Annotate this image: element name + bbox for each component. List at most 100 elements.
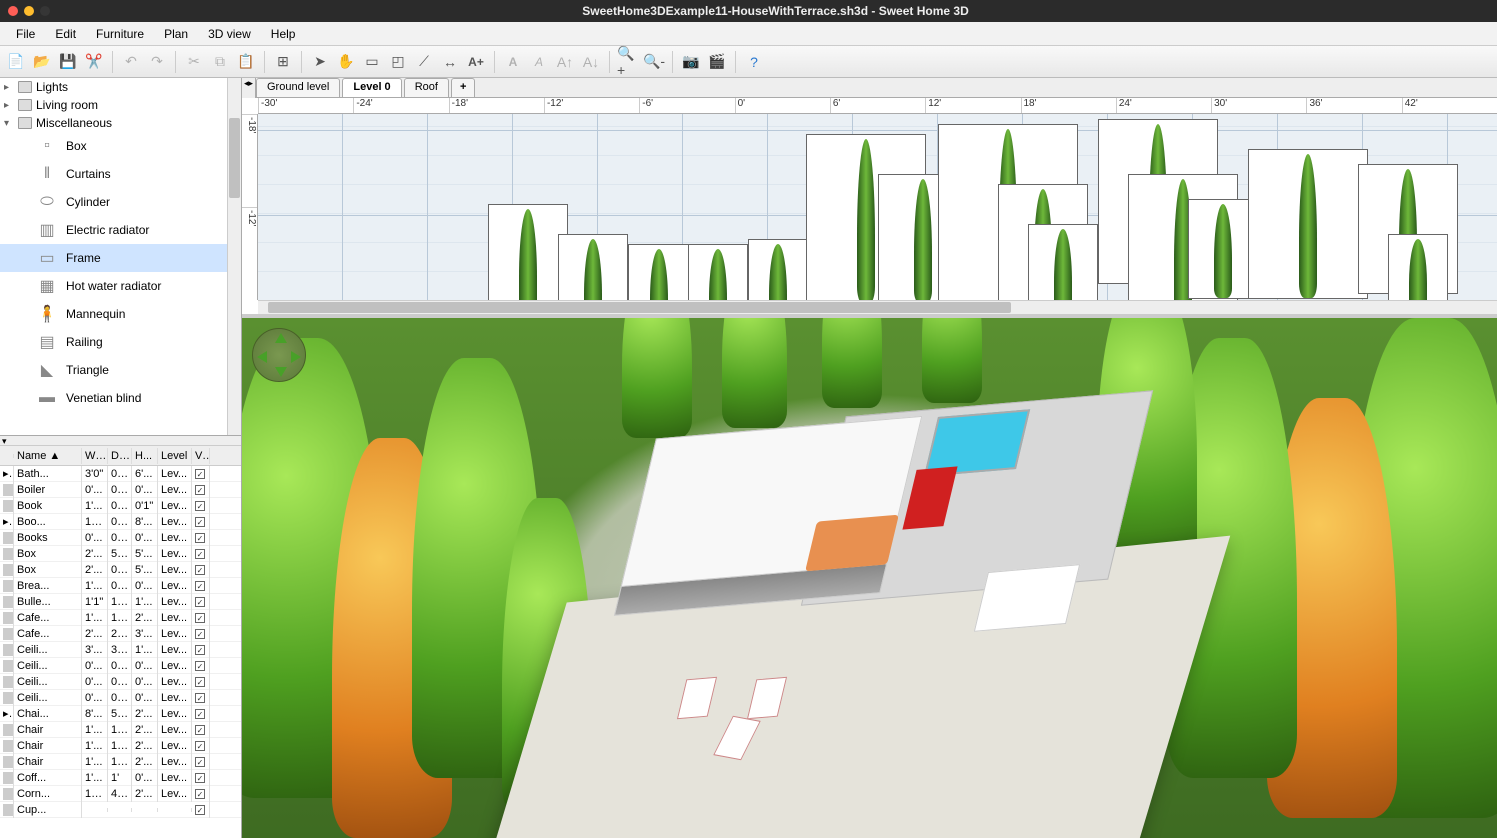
copy-icon[interactable]: ⧉ (208, 50, 232, 74)
3d-navigation-pad[interactable] (252, 328, 306, 382)
col-visible[interactable]: Vi... (192, 448, 210, 464)
furniture-row[interactable]: Cafe...1'...1'...2'...Lev...✓ (0, 610, 241, 626)
furniture-row[interactable]: Ceili...3'...3'...1'...Lev...✓ (0, 642, 241, 658)
save-file-icon[interactable]: 💾 (56, 50, 80, 74)
nav-down-icon[interactable] (275, 367, 287, 377)
col-depth[interactable]: D... (108, 448, 132, 464)
visibility-checkbox[interactable]: ✓ (195, 757, 205, 767)
add-level-button[interactable]: + (451, 78, 475, 97)
furniture-row[interactable]: Boiler0'...0'...0'...Lev...✓ (0, 482, 241, 498)
window-controls[interactable] (8, 6, 50, 16)
furniture-row[interactable]: Corn...10...4'...2'...Lev...✓ (0, 786, 241, 802)
plan-collapse-icon[interactable]: ◂▸ (242, 78, 256, 98)
new-file-icon[interactable]: 📄 (4, 50, 28, 74)
menu-file[interactable]: File (6, 27, 45, 41)
plan-tree-object[interactable] (558, 234, 628, 300)
create-photo-icon[interactable]: 📷 (679, 50, 703, 74)
col-name[interactable]: Name ▲ (14, 448, 82, 464)
create-rooms-icon[interactable]: ◰ (386, 50, 410, 74)
create-dimensions-icon[interactable]: ↔ (438, 50, 462, 74)
furniture-row[interactable]: Ceili...0'...0'...0'...Lev...✓ (0, 674, 241, 690)
furniture-row[interactable]: ▸Chai...8'...5'...2'...Lev...✓ (0, 706, 241, 722)
create-polyline-icon[interactable]: ⟋ (412, 50, 436, 74)
furniture-row[interactable]: Brea...1'...0'...0'...Lev...✓ (0, 578, 241, 594)
furniture-row[interactable]: Ceili...0'...0'...0'...Lev...✓ (0, 658, 241, 674)
plan-tree-object[interactable] (628, 244, 690, 300)
menu-plan[interactable]: Plan (154, 27, 198, 41)
visibility-checkbox[interactable]: ✓ (195, 613, 205, 623)
furniture-row[interactable]: Cafe...2'...2'...3'...Lev...✓ (0, 626, 241, 642)
nav-right-icon[interactable] (291, 351, 301, 363)
plan-tree-object[interactable] (1248, 149, 1368, 299)
catalog-folder[interactable]: ▸Lights (0, 78, 241, 96)
select-tool-icon[interactable]: ➤ (308, 50, 332, 74)
cut-icon[interactable]: ✂ (182, 50, 206, 74)
col-height[interactable]: H... (132, 448, 158, 464)
paste-icon[interactable]: 📋 (234, 50, 258, 74)
zoom-out-icon[interactable]: 🔍- (642, 50, 666, 74)
col-level[interactable]: Level (158, 448, 192, 464)
text-smaller-icon[interactable]: A↓ (579, 50, 603, 74)
furniture-row[interactable]: Bulle...1'1"1'...1'...Lev...✓ (0, 594, 241, 610)
visibility-checkbox[interactable]: ✓ (195, 645, 205, 655)
plan-tree-object[interactable] (748, 239, 808, 300)
visibility-checkbox[interactable]: ✓ (195, 629, 205, 639)
plan-tree-object[interactable] (688, 244, 748, 300)
catalog-item-curtains[interactable]: ‖Curtains (0, 160, 241, 188)
furniture-row[interactable]: ▸Bath...3'0"0'...6'...Lev...✓ (0, 466, 241, 482)
furniture-row[interactable]: Box2'...5'...5'...Lev...✓ (0, 546, 241, 562)
catalog-item-hot-water-radiator[interactable]: ▦Hot water radiator (0, 272, 241, 300)
catalog-scrollbar[interactable] (227, 78, 241, 435)
pan-tool-icon[interactable]: ✋ (334, 50, 358, 74)
furniture-row[interactable]: Chair1'...1'...2'...Lev...✓ (0, 738, 241, 754)
furniture-row[interactable]: Book1'...0'...0'1"Lev...✓ (0, 498, 241, 514)
help-icon[interactable]: ? (742, 50, 766, 74)
visibility-checkbox[interactable]: ✓ (195, 661, 205, 671)
expand-all-icon[interactable]: ▾ (0, 436, 9, 445)
furniture-row[interactable]: ▸Boo...13...0'...8'...Lev...✓ (0, 514, 241, 530)
add-furniture-icon[interactable]: ⊞ (271, 50, 295, 74)
catalog-item-triangle[interactable]: ◣Triangle (0, 356, 241, 384)
visibility-checkbox[interactable]: ✓ (195, 677, 205, 687)
furniture-list-header[interactable]: Name ▲ Wi... D... H... Level Vi... (0, 446, 241, 466)
catalog-folder[interactable]: ▸Living room (0, 96, 241, 114)
catalog-folder[interactable]: ▾Miscellaneous (0, 114, 241, 132)
furniture-row[interactable]: Ceili...0'...0'...0'...Lev...✓ (0, 690, 241, 706)
menu-3dview[interactable]: 3D view (198, 27, 261, 41)
visibility-checkbox[interactable]: ✓ (195, 581, 205, 591)
catalog-item-venetian-blind[interactable]: ▬Venetian blind (0, 384, 241, 412)
furniture-row[interactable]: Coff...1'...1'0'...Lev...✓ (0, 770, 241, 786)
col-width[interactable]: Wi... (82, 448, 108, 464)
zoom-in-icon[interactable]: 🔍+ (616, 50, 640, 74)
nav-up-icon[interactable] (275, 333, 287, 343)
create-text-icon[interactable]: A+ (464, 50, 488, 74)
plan-tree-object[interactable] (1388, 234, 1448, 300)
expand-icon[interactable]: ▸ (4, 82, 14, 93)
minimize-window-icon[interactable] (24, 6, 34, 16)
maximize-window-icon[interactable] (40, 6, 50, 16)
tab-ground-level[interactable]: Ground level (256, 78, 340, 97)
undo-icon[interactable]: ↶ (119, 50, 143, 74)
preferences-icon[interactable]: ✂️ (82, 50, 106, 74)
visibility-checkbox[interactable]: ✓ (195, 805, 205, 815)
catalog-item-cylinder[interactable]: ⬭Cylinder (0, 188, 241, 216)
view-3d-panel[interactable] (242, 318, 1497, 838)
nav-left-icon[interactable] (257, 351, 267, 363)
furniture-list-body[interactable]: ▸Bath...3'0"0'...6'...Lev...✓Boiler0'...… (0, 466, 241, 838)
menu-help[interactable]: Help (261, 27, 306, 41)
plan-scrollbar-horizontal[interactable] (258, 300, 1497, 314)
visibility-checkbox[interactable]: ✓ (195, 549, 205, 559)
furniture-row[interactable]: Chair1'...1'...2'...Lev...✓ (0, 722, 241, 738)
open-file-icon[interactable]: 📂 (30, 50, 54, 74)
menu-edit[interactable]: Edit (45, 27, 86, 41)
visibility-checkbox[interactable]: ✓ (195, 741, 205, 751)
catalog-item-electric-radiator[interactable]: ▥Electric radiator (0, 216, 241, 244)
close-window-icon[interactable] (8, 6, 18, 16)
create-video-icon[interactable]: 🎬 (705, 50, 729, 74)
furniture-row[interactable]: Box2'...0'...5'...Lev...✓ (0, 562, 241, 578)
visibility-checkbox[interactable]: ✓ (195, 693, 205, 703)
catalog-item-mannequin[interactable]: 🧍Mannequin (0, 300, 241, 328)
text-bold-icon[interactable]: A (501, 50, 525, 74)
visibility-checkbox[interactable]: ✓ (195, 789, 205, 799)
visibility-checkbox[interactable]: ✓ (195, 501, 205, 511)
